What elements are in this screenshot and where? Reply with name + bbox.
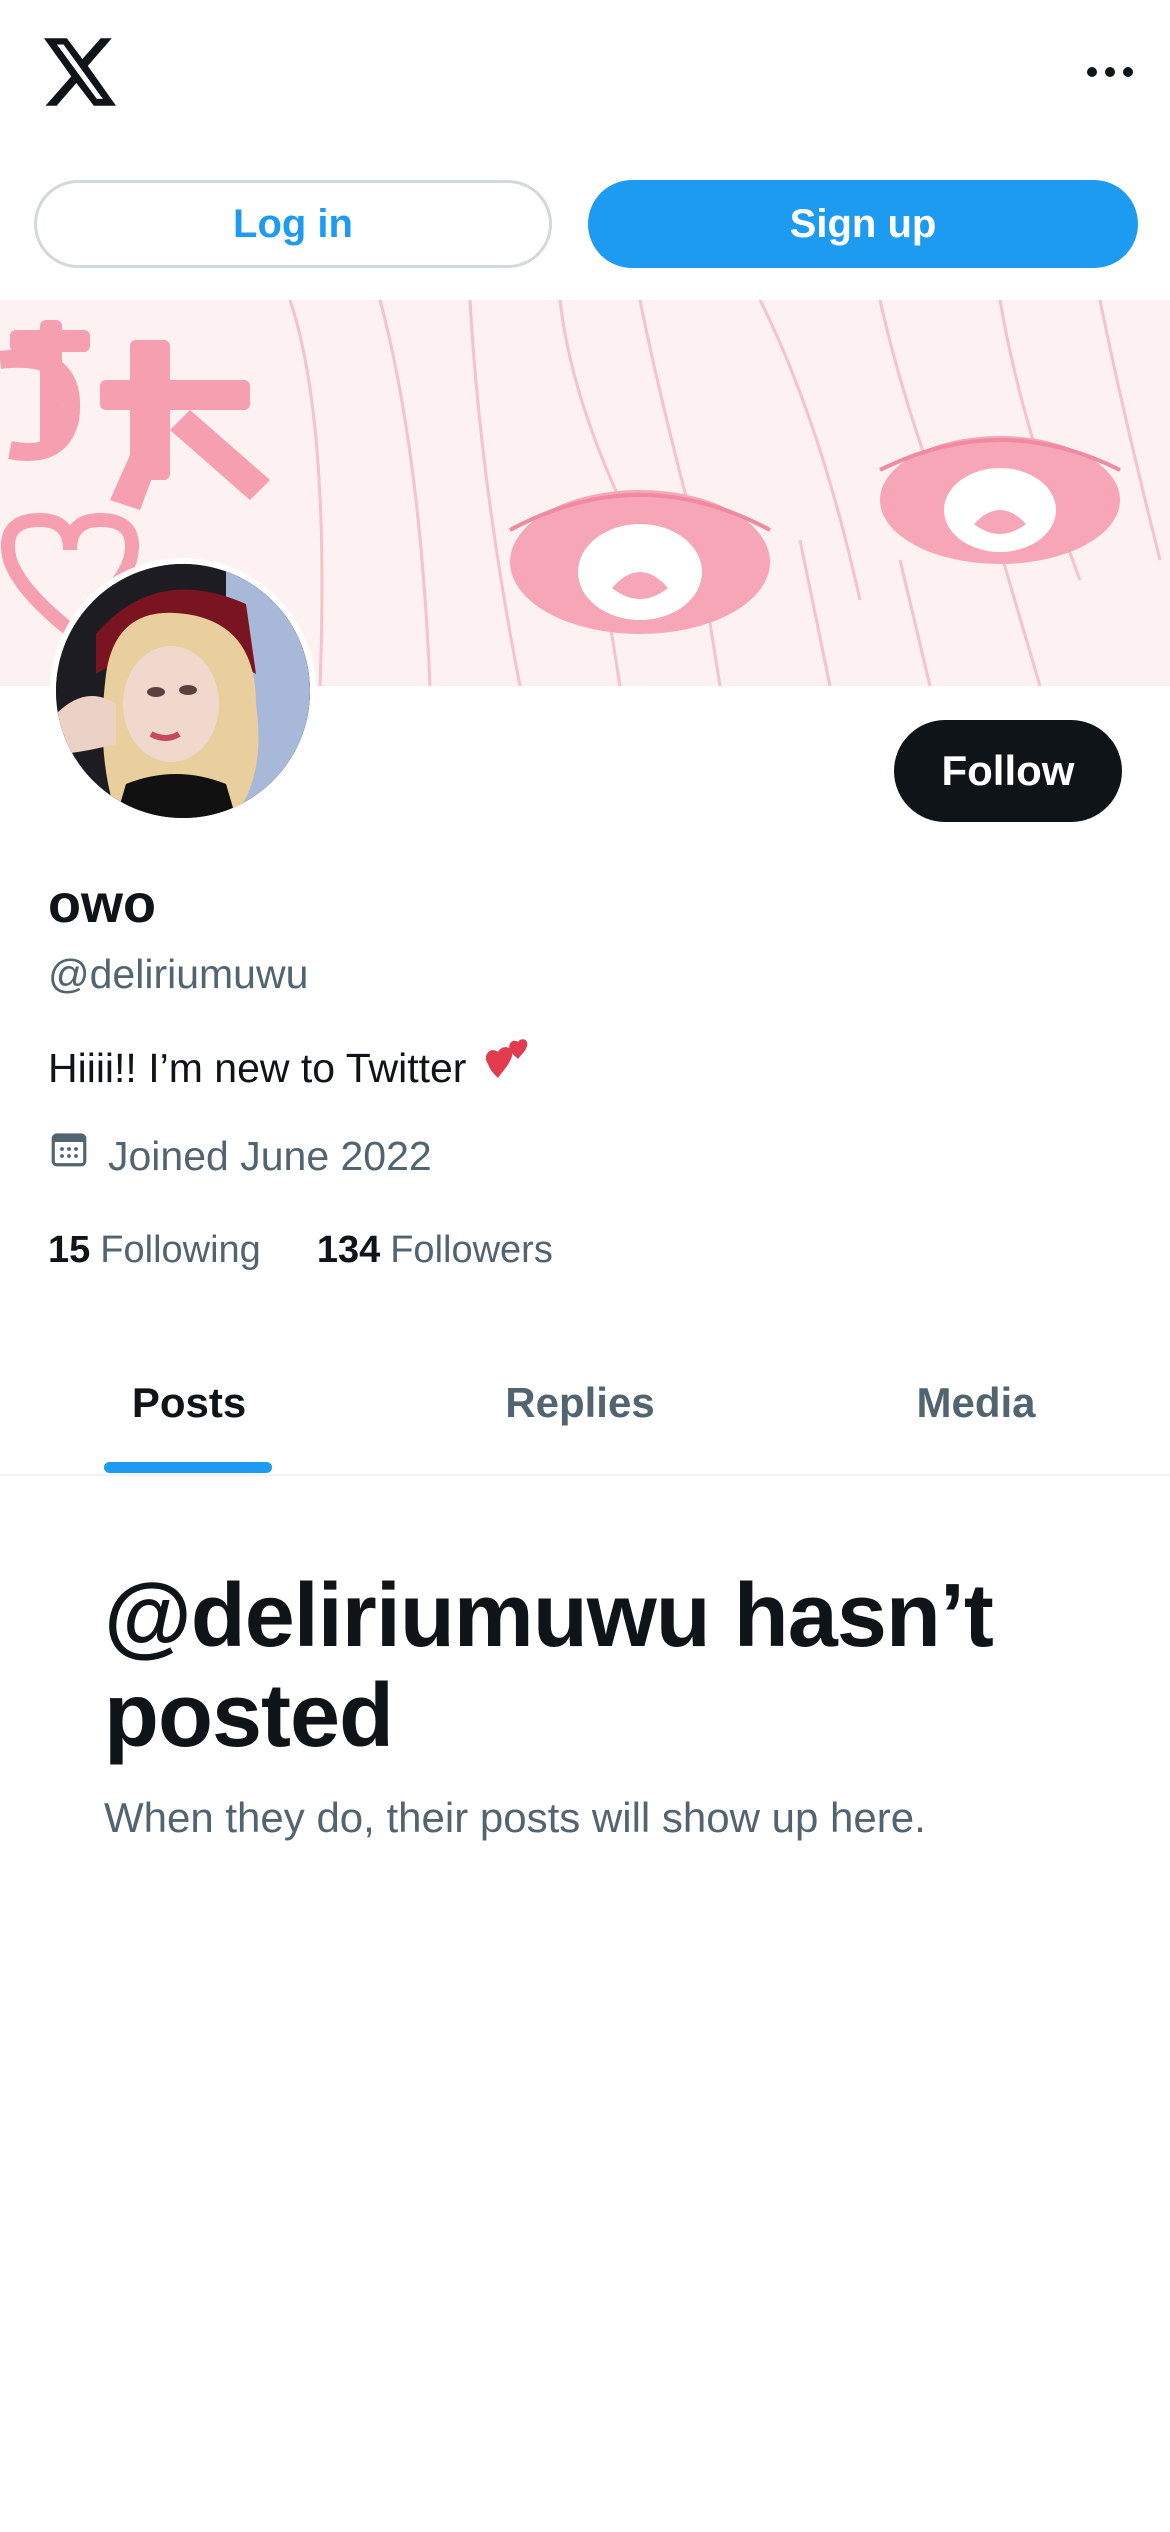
bio-text: Hiiii!! I’m new to Twitter	[48, 1045, 467, 1091]
user-handle: @deliriumuwu	[48, 951, 309, 997]
active-tab-indicator	[104, 1462, 272, 1473]
tab-media[interactable]: Media	[782, 1330, 1170, 1476]
empty-state-subtitle: When they do, their posts will show up h…	[104, 1794, 926, 1841]
following-label: Following	[100, 1229, 261, 1271]
empty-state-title: @deliriumuwu hasn’t posted	[104, 1566, 994, 1766]
two-hearts-icon	[478, 1036, 532, 1100]
followers-link[interactable]: 134 Followers	[317, 1222, 553, 1278]
display-name: owo	[48, 874, 156, 934]
bio: Hiiii!! I’m new to Twitter	[48, 1036, 532, 1100]
login-button[interactable]: Log in	[34, 180, 552, 268]
signup-button[interactable]: Sign up	[588, 180, 1138, 268]
followers-label: Followers	[390, 1229, 553, 1271]
follow-button[interactable]: Follow	[894, 720, 1122, 822]
follow-stats: 15 Following 134 Followers	[48, 1222, 553, 1278]
tab-replies[interactable]: Replies	[378, 1330, 782, 1476]
following-link[interactable]: 15 Following	[48, 1222, 261, 1278]
profile-avatar[interactable]	[50, 558, 316, 824]
following-count: 15	[48, 1229, 91, 1271]
x-logo-icon[interactable]	[44, 38, 116, 106]
top-bar	[0, 0, 1170, 150]
joined-date: Joined June 2022	[48, 1128, 432, 1184]
calendar-icon	[48, 1128, 90, 1184]
joined-text: Joined June 2022	[108, 1133, 432, 1179]
followers-count: 134	[316, 1229, 381, 1271]
profile-tabs: Posts Replies Media	[0, 1330, 1170, 1476]
tab-posts[interactable]: Posts	[0, 1330, 378, 1476]
more-horizontal-icon[interactable]	[1080, 50, 1140, 94]
